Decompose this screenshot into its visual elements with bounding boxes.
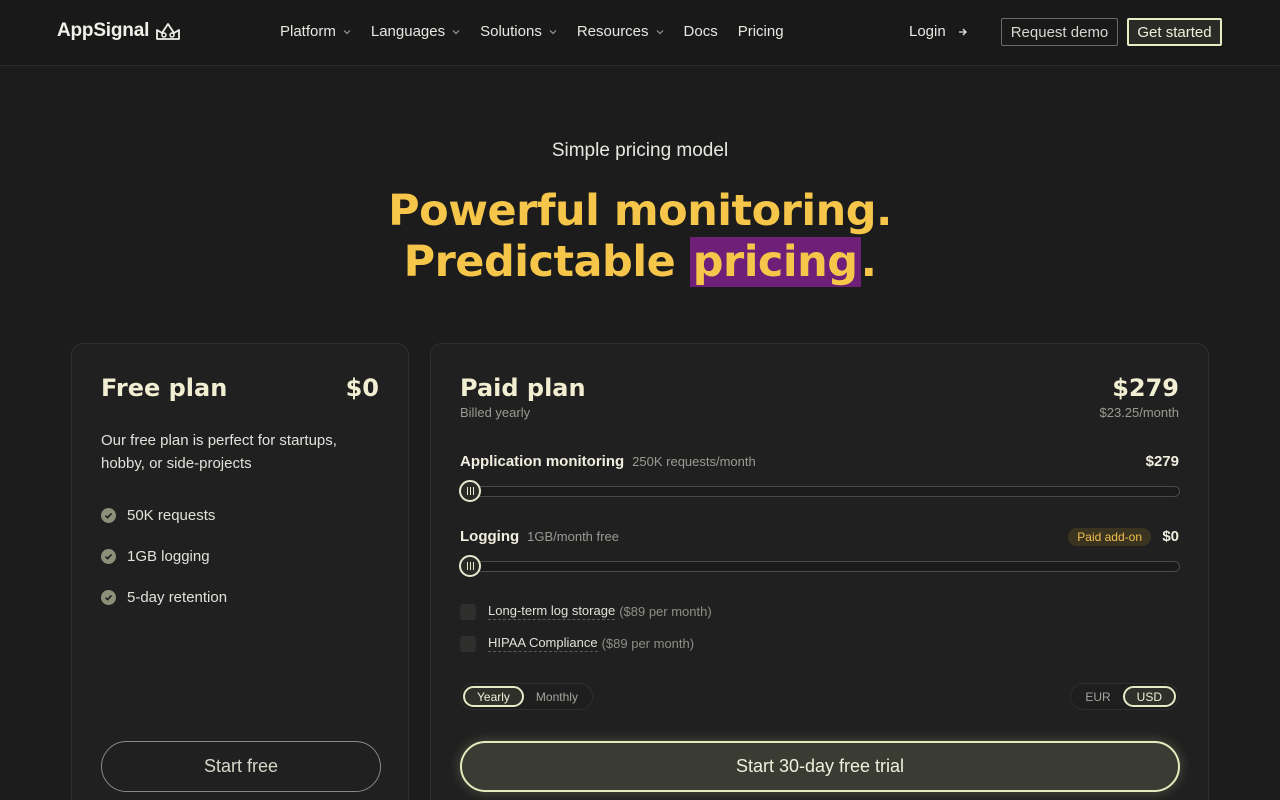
free-plan-description: Our free plan is perfect for startups, h…	[101, 432, 337, 472]
menu-label-solutions: Solutions	[480, 23, 542, 40]
logging-title: Logging	[460, 528, 520, 545]
menu-label-docs: Docs	[683, 23, 718, 40]
addon-label: Long-term log storage	[488, 603, 616, 620]
get-started-button[interactable]: Get started	[1127, 18, 1222, 46]
checkbox[interactable]	[460, 635, 476, 652]
menu-item-solutions[interactable]: Solutions	[480, 23, 557, 40]
hero-highlight: pricing	[689, 237, 861, 287]
hero-headline: Powerful monitoring. Predictable pricing…	[0, 186, 1280, 288]
chevron-down-icon	[549, 29, 557, 34]
logging-label: Logging 1GB/month free	[460, 528, 619, 545]
free-plan-price: $0	[345, 374, 379, 402]
hero-line-1: Powerful monitoring.	[388, 186, 892, 236]
logging-price: $0	[1162, 528, 1179, 545]
logging-slider[interactable]	[459, 555, 1180, 577]
toggle-yearly[interactable]: Yearly	[463, 686, 524, 707]
top-nav: AppSignal Platform Languages Solutions R…	[0, 0, 1280, 66]
chevron-down-icon	[656, 29, 663, 34]
menu-item-languages[interactable]: Languages	[371, 23, 460, 40]
menu-label-pricing: Pricing	[737, 23, 784, 40]
billing-period-toggle: Yearly Monthly	[460, 683, 593, 710]
menu-label-languages: Languages	[370, 23, 446, 40]
feature-item: 50K requests	[101, 507, 215, 524]
feature-item: 1GB logging	[101, 548, 210, 565]
addon-hipaa[interactable]: HIPAA Compliance ($89 per month)	[460, 635, 694, 652]
app-monitoring-detail: 250K requests/month	[632, 454, 756, 469]
main-menu: Platform Languages Solutions Resources D…	[280, 23, 804, 40]
feature-label: 50K requests	[127, 507, 216, 524]
app-monitoring-label: Application monitoring 250K requests/mon…	[460, 453, 756, 470]
paid-addon-badge: Paid add-on	[1068, 528, 1151, 546]
app-monitoring-price: $279	[1145, 453, 1179, 470]
menu-label-resources: Resources	[576, 23, 649, 40]
paid-plan-price: $279	[1112, 374, 1179, 402]
toggle-monthly[interactable]: Monthly	[524, 686, 590, 707]
feature-label: 1GB logging	[127, 548, 210, 565]
slider-handle[interactable]	[459, 555, 481, 577]
logging-detail: 1GB/month free	[527, 529, 619, 544]
menu-item-docs[interactable]: Docs	[684, 23, 718, 40]
currency-toggle: EUR USD	[1070, 683, 1179, 710]
billing-note: Billed yearly	[460, 405, 531, 420]
start-free-button[interactable]: Start free	[101, 741, 381, 792]
logo[interactable]: AppSignal	[57, 20, 181, 42]
login-label: Login	[909, 23, 946, 40]
check-icon	[101, 549, 116, 564]
addon-price: ($89 per month)	[601, 636, 695, 651]
chevron-down-icon	[452, 29, 460, 34]
hero-eyebrow: Simple pricing model	[551, 140, 729, 161]
check-icon	[101, 590, 116, 605]
app-monitoring-title: Application monitoring	[460, 453, 625, 470]
request-demo-button[interactable]: Request demo	[1001, 18, 1118, 46]
hero-line-2: Predictable pricing.	[0, 237, 1280, 288]
arrow-right-icon	[958, 28, 967, 35]
start-trial-button[interactable]: Start 30-day free trial	[460, 741, 1180, 792]
hero-line-2-post: .	[860, 237, 877, 287]
toggle-eur[interactable]: EUR	[1073, 686, 1122, 707]
menu-item-platform[interactable]: Platform	[280, 23, 351, 40]
paid-plan-title: Paid plan	[460, 374, 586, 402]
menu-item-resources[interactable]: Resources	[577, 23, 664, 40]
slider-handle[interactable]	[459, 480, 481, 502]
hero-line-2-pre: Predictable	[403, 237, 690, 287]
free-plan-title: Free plan	[101, 374, 228, 402]
paid-plan-card: Paid plan $279 Billed yearly $23.25/mont…	[430, 343, 1209, 800]
menu-label-platform: Platform	[280, 23, 336, 40]
app-monitoring-slider[interactable]	[459, 480, 1180, 502]
menu-item-pricing[interactable]: Pricing	[738, 23, 784, 40]
crown-logo-icon	[156, 23, 181, 40]
chevron-down-icon	[343, 29, 351, 34]
login-link[interactable]: Login	[909, 23, 968, 40]
per-month-price: $23.25/month	[1099, 405, 1179, 420]
addon-log-storage[interactable]: Long-term log storage ($89 per month)	[460, 603, 712, 620]
addon-label: HIPAA Compliance	[488, 635, 598, 652]
free-plan-card: Free plan $0 Our free plan is perfect fo…	[71, 343, 409, 800]
addon-price: ($89 per month)	[619, 604, 712, 619]
toggle-usd[interactable]: USD	[1122, 686, 1176, 707]
feature-label: 5-day retention	[127, 589, 228, 606]
checkbox[interactable]	[460, 603, 476, 620]
feature-item: 5-day retention	[101, 589, 227, 606]
check-icon	[101, 508, 116, 523]
logo-text: AppSignal	[57, 20, 150, 41]
